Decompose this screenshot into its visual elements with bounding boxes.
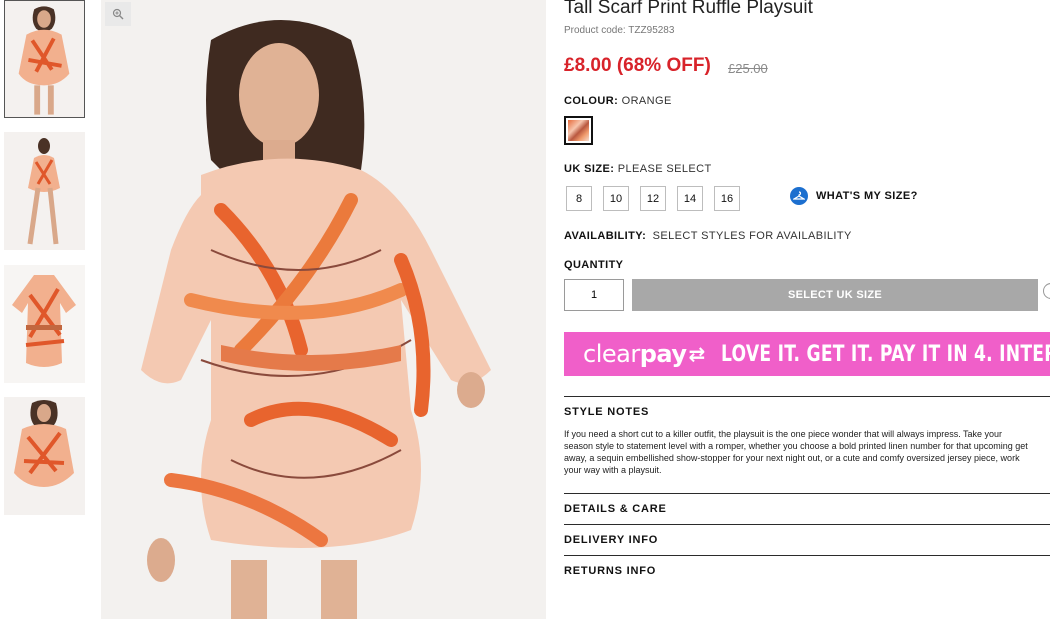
style-notes-line-1: If you need a short cut to a killer outf… [564,429,1003,439]
divider [564,555,1050,556]
size-label: UK SIZE: [564,163,615,175]
size-row: UK SIZE: PLEASE SELECT [564,163,712,175]
availability-row: AVAILABILITY: SELECT STYLES FOR AVAILABI… [564,230,852,242]
heart-icon[interactable] [1043,283,1050,299]
size-value: PLEASE SELECT [617,163,712,175]
style-notes-line-4: your way with a playsuit. [564,465,662,475]
zoom-button[interactable] [105,2,131,26]
availability-label: AVAILABILITY: [564,230,647,242]
thumbnail-4-image [4,397,85,515]
colour-label: COLOUR: [564,95,619,107]
colour-value: ORANGE [621,95,672,107]
product-code: Product code: TZZ95283 [564,25,675,36]
product-title: Tall Scarf Print Ruffle Playsuit [564,0,813,18]
delivery-info-heading[interactable]: DELIVERY INFO [564,534,658,546]
zoom-icon [112,8,124,20]
clearpay-slogan: LOVE IT. GET IT. PAY IT IN 4. INTEREST F… [721,341,1050,367]
style-notes-line-3: away, a sequin embellished show-stopper … [564,453,1020,463]
thumbnail-1[interactable] [4,0,85,118]
quantity-label: QUANTITY [564,259,623,271]
hanger-icon [790,187,808,205]
style-notes-heading[interactable]: STYLE NOTES [564,406,649,418]
divider [564,524,1050,525]
thumbnail-3-image [4,265,85,383]
swatch-image [568,120,589,141]
size-option-12[interactable]: 12 [640,186,666,211]
sale-price: £8.00 (68% OFF) [564,55,711,76]
details-care-heading[interactable]: DETAILS & CARE [564,503,667,515]
divider [564,493,1050,494]
availability-value: SELECT STYLES FOR AVAILABILITY [652,230,852,242]
thumbnail-4[interactable] [4,397,85,515]
thumbnail-2-image [4,132,85,250]
original-price: £25.00 [728,61,768,76]
clearpay-logo-thin: clear [583,340,640,368]
clearpay-logo: clearpay [564,340,687,368]
main-product-image[interactable] [101,0,546,619]
returns-info-heading[interactable]: RETURNS INFO [564,565,656,577]
clearpay-banner: clearpay ⇄ LOVE IT. GET IT. PAY IT IN 4.… [564,332,1050,376]
thumbnail-1-image [5,1,84,117]
model-in-playsuit-image [101,0,546,619]
style-notes-line-2: season style to statement level with a r… [564,441,1028,451]
style-notes-text: If you need a short cut to a killer outf… [564,428,1050,476]
select-size-button[interactable]: SELECT UK SIZE [632,279,1038,311]
colour-row: COLOUR: ORANGE [564,95,672,107]
product-details: Tall Scarf Print Ruffle Playsuit Product… [564,0,1050,619]
divider [564,396,1050,397]
size-option-14[interactable]: 14 [677,186,703,211]
size-option-10[interactable]: 10 [603,186,629,211]
clearpay-arrows-icon: ⇄ [688,342,706,366]
size-options: 8 10 12 14 16 [566,186,740,211]
size-option-16[interactable]: 16 [714,186,740,211]
quantity-input[interactable] [564,279,624,311]
quantity-label-text: QUANTITY [564,259,624,271]
size-option-8[interactable]: 8 [566,186,592,211]
colour-swatch-orange[interactable] [564,116,593,145]
thumbnail-2[interactable] [4,132,85,250]
size-guide-label: WHAT'S MY SIZE? [816,190,918,202]
thumbnail-3[interactable] [4,265,85,383]
clearpay-logo-bold: pay [639,340,687,368]
size-guide-link[interactable]: WHAT'S MY SIZE? [790,187,918,205]
